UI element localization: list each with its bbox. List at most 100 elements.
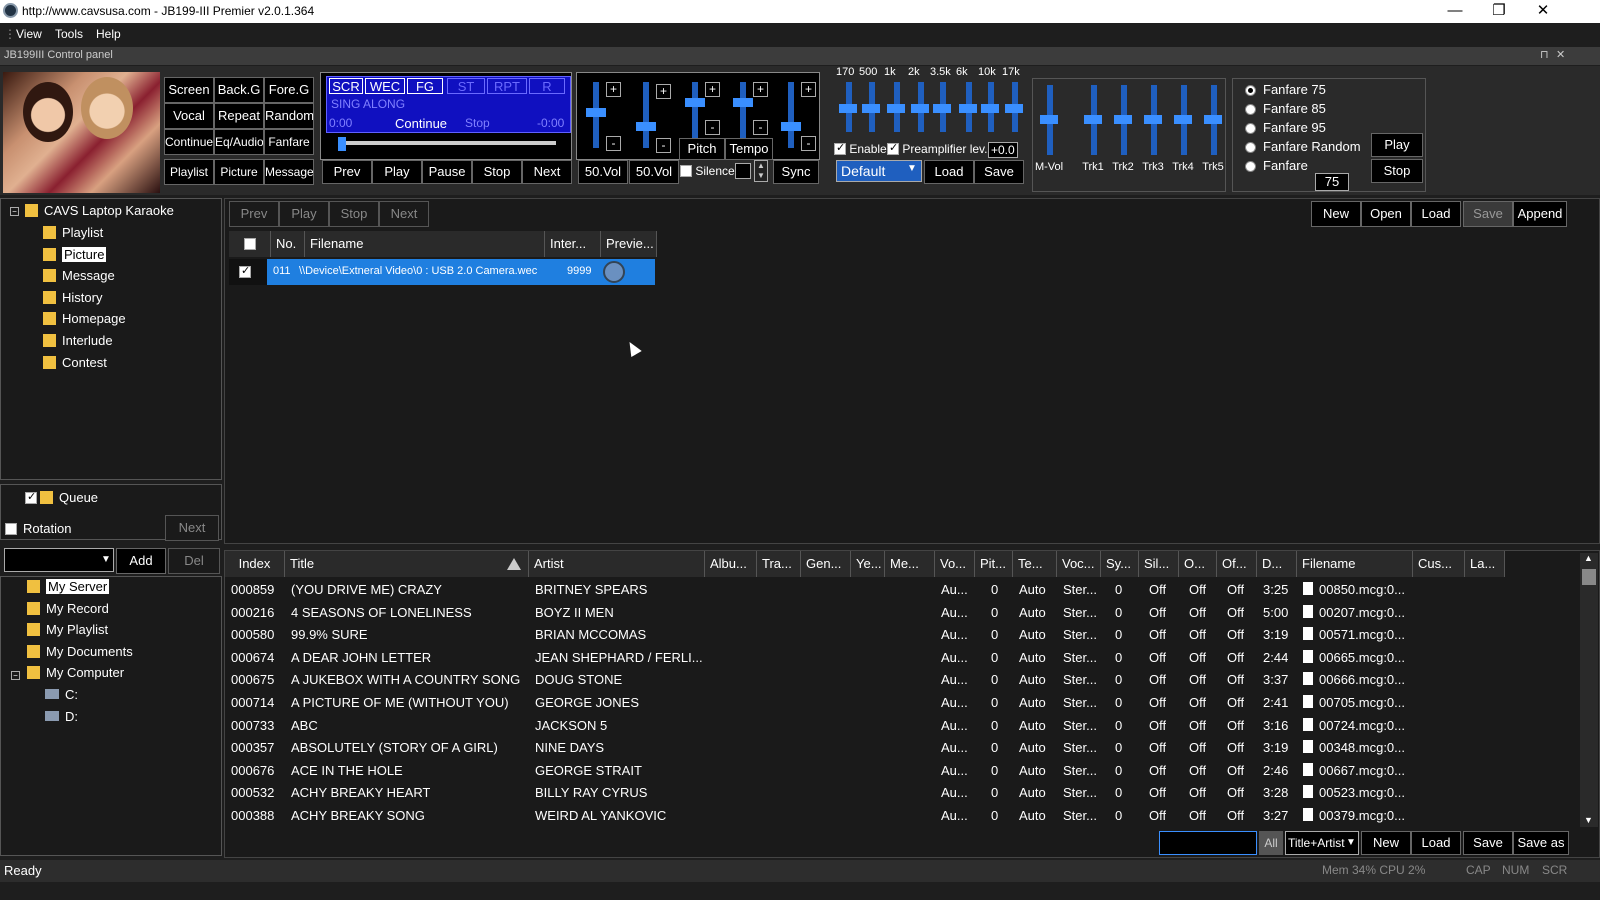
del-button[interactable]: Del: [168, 548, 220, 574]
ctrl-eqaudio-button[interactable]: Eq/Audio: [214, 129, 264, 155]
collapse-icon[interactable]: −: [11, 671, 20, 680]
mixer-fader-knob[interactable]: [1040, 115, 1058, 124]
col-header-10[interactable]: Te...: [1013, 551, 1057, 577]
col-header-3[interactable]: Albu...: [705, 551, 757, 577]
pitch-button[interactable]: Pitch: [679, 138, 725, 160]
col-header-2[interactable]: Artist: [529, 551, 705, 577]
table-row[interactable]: 000216 4 SEASONS OF LONELINESS BOYZ II MEN…: [225, 602, 1575, 624]
silence-spinner[interactable]: ▲ ▼: [754, 160, 768, 182]
col-header-1[interactable]: Title: [285, 551, 529, 577]
playlist-next-button[interactable]: Next: [379, 201, 429, 227]
tree-item-history[interactable]: History: [43, 290, 102, 305]
tag-rpt[interactable]: RPT: [487, 78, 527, 94]
progress-track[interactable]: [338, 141, 556, 145]
table-row[interactable]: 000675 A JUKEBOX WITH A COUNTRY SONG DOUG …: [225, 669, 1575, 691]
ctrl-random-button[interactable]: Random: [264, 103, 314, 129]
maximize-button[interactable]: ❐: [1476, 0, 1522, 23]
fanfare-radio[interactable]: [1245, 161, 1256, 172]
table-row[interactable]: 000859 (YOU DRIVE ME) CRAZY BRITNEY SPEARS…: [225, 579, 1575, 601]
fader-knob[interactable]: [733, 98, 753, 107]
eq-slider-knob[interactable]: [959, 104, 977, 113]
queue-item[interactable]: Queue: [25, 490, 98, 505]
minimize-button[interactable]: —: [1432, 0, 1478, 23]
header-interval[interactable]: Inter...: [545, 231, 601, 257]
transport-play-button[interactable]: Play: [372, 160, 422, 184]
playlist-new-button[interactable]: New: [1311, 201, 1361, 227]
scroll-thumb[interactable]: [1582, 569, 1596, 585]
ctrl-foreg-button[interactable]: Fore.G: [264, 77, 314, 103]
ctrl-picture-button[interactable]: Picture: [214, 159, 264, 185]
library-load-button[interactable]: Load: [1411, 831, 1461, 855]
table-row[interactable]: 011 \\Device\Extneral Video\0 : USB 2.0 …: [267, 259, 655, 285]
eq-slider-knob[interactable]: [839, 104, 857, 113]
col-header-19[interactable]: La...: [1465, 551, 1505, 577]
vertical-scrollbar[interactable]: ▲ ▼: [1580, 553, 1598, 827]
collapse-icon[interactable]: −: [10, 207, 19, 216]
fanfare-radio[interactable]: [1245, 104, 1256, 115]
menu-view[interactable]: View: [16, 27, 42, 41]
drive-c[interactable]: C:: [45, 687, 78, 702]
preamp-value[interactable]: +0.0: [988, 142, 1018, 158]
table-row[interactable]: 000674 A DEAR JOHN LETTER JEAN SHEPHARD / …: [225, 647, 1575, 669]
ctrl-message-button[interactable]: Message: [264, 159, 314, 185]
fanfare-play-button[interactable]: Play: [1371, 133, 1423, 157]
eq-slider-knob[interactable]: [933, 104, 951, 113]
silence-checkbox[interactable]: Silence: [680, 164, 735, 178]
header-select-all[interactable]: [229, 231, 271, 257]
library-combo[interactable]: ▼: [4, 548, 114, 572]
col-header-11[interactable]: Voc...: [1057, 551, 1101, 577]
minus-button[interactable]: -: [705, 120, 720, 135]
minus-button[interactable]: -: [606, 136, 621, 151]
library-item-my-playlist[interactable]: My Playlist: [27, 622, 108, 637]
mixer-fader-knob[interactable]: [1084, 115, 1102, 124]
table-row[interactable]: 000714 A PICTURE OF ME (WITHOUT YOU) GEORG…: [225, 692, 1575, 714]
col-header-5[interactable]: Gen...: [801, 551, 851, 577]
search-input[interactable]: [1159, 831, 1257, 855]
tree-root[interactable]: CAVS Laptop Karaoke: [25, 203, 174, 218]
fader-knob[interactable]: [685, 98, 705, 107]
plus-button[interactable]: +: [753, 82, 768, 97]
eq-slider-knob[interactable]: [1005, 104, 1023, 113]
sync-button[interactable]: Sync: [773, 160, 819, 184]
table-row[interactable]: 000580 99.9% SURE BRIAN MCCOMAS Au... 0 Auto S…: [225, 624, 1575, 646]
plus-button[interactable]: +: [801, 82, 816, 97]
row-checkbox[interactable]: [239, 264, 251, 278]
tree-item-picture[interactable]: Picture: [43, 246, 107, 262]
mixer-fader-knob[interactable]: [1204, 115, 1222, 124]
transport-pause-button[interactable]: Pause: [422, 160, 472, 184]
search-field-select[interactable]: Title+Artist ▼: [1285, 831, 1359, 855]
eq-slider-knob[interactable]: [911, 104, 929, 113]
plus-button[interactable]: +: [656, 84, 671, 99]
ctrl-playlist-button[interactable]: Playlist: [164, 159, 214, 185]
library-save-button[interactable]: Save: [1463, 831, 1513, 855]
table-row[interactable]: 000357 ABSOLUTELY (STORY OF A GIRL) NINE D…: [225, 737, 1575, 759]
col-header-7[interactable]: Me...: [885, 551, 935, 577]
plus-button[interactable]: +: [606, 82, 621, 97]
close-button[interactable]: ✕: [1520, 0, 1566, 23]
ctrl-fanfare-button[interactable]: Fanfare: [264, 129, 314, 155]
fanfare-radio[interactable]: [1245, 85, 1256, 96]
fader-knob[interactable]: [586, 108, 606, 117]
playlist-play-button[interactable]: Play: [279, 201, 329, 227]
panel-close-icon[interactable]: ✕: [1556, 48, 1565, 61]
mixer-fader-knob[interactable]: [1174, 115, 1192, 124]
library-item-my-server[interactable]: My Server: [27, 579, 110, 594]
tag-wec[interactable]: WEC: [365, 78, 405, 94]
table-row[interactable]: 000733 ABC JACKSON 5 Au... 0 Auto Ster... 0 Off O…: [225, 715, 1575, 737]
mixer-fader-knob[interactable]: [1144, 115, 1162, 124]
tag-st[interactable]: ST: [447, 78, 485, 94]
col-header-6[interactable]: Ye...: [851, 551, 885, 577]
eq-preset-select[interactable]: Default ▼: [836, 160, 922, 182]
vol1-button[interactable]: 50.Vol: [578, 160, 628, 184]
queue-next-button[interactable]: Next: [165, 515, 219, 541]
transport-prev-button[interactable]: Prev: [322, 160, 372, 184]
col-header-9[interactable]: Pit...: [975, 551, 1013, 577]
header-preview[interactable]: Previe...: [601, 231, 657, 257]
rotation-checkbox[interactable]: Rotation: [5, 521, 71, 536]
scroll-up-icon[interactable]: ▲: [1584, 553, 1593, 563]
pin-icon[interactable]: ⊓: [1540, 48, 1549, 61]
col-header-15[interactable]: Of...: [1217, 551, 1257, 577]
header-no[interactable]: No.: [271, 231, 305, 257]
col-header-16[interactable]: D...: [1257, 551, 1297, 577]
menu-tools[interactable]: Tools: [55, 27, 83, 41]
